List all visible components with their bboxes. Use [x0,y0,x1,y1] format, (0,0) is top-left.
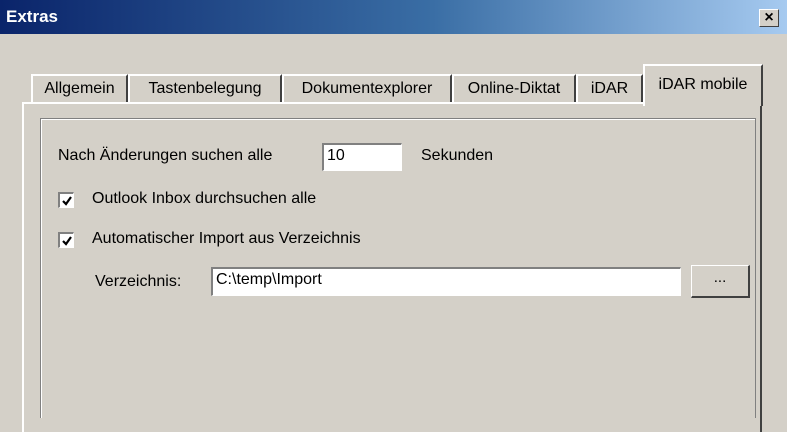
tab-label: Tastenbelegung [148,80,262,97]
extras-dialog: Extras × Allgemein Tastenbelegung Dokume… [0,0,787,432]
interval-unit-label: Sekunden [421,147,494,164]
interval-label: Nach Änderungen suchen alle [58,147,273,164]
tab-label: iDAR mobile [658,76,748,93]
auto-import-label: Automatischer Import aus Verzeichnis [92,230,361,247]
tab-label: Dokumentexplorer [301,80,433,97]
tab-online-diktat[interactable]: Online-Diktat [452,74,576,104]
directory-label: Verzeichnis: [95,273,182,290]
tab-tastenbelegung[interactable]: Tastenbelegung [128,74,282,104]
tab-allgemein[interactable]: Allgemein [31,74,128,104]
window-title: Extras [6,7,58,26]
title-bar[interactable]: Extras × [0,0,787,34]
tab-label: Allgemein [44,80,115,97]
outlook-checkbox[interactable] [58,192,74,208]
close-icon: × [764,9,774,26]
tab-label: iDAR [590,80,629,97]
interval-input[interactable]: 10 [322,143,402,171]
tab-label: Online-Diktat [467,80,561,97]
auto-import-checkbox[interactable] [58,232,74,248]
close-button[interactable]: × [759,9,779,27]
tab-dokumentexplorer[interactable]: Dokumentexplorer [282,74,452,104]
tab-idar-mobile[interactable]: iDAR mobile [643,64,763,106]
checkmark-icon [62,236,72,246]
directory-input[interactable]: C:\temp\Import [211,267,681,296]
tab-idar[interactable]: iDAR [576,74,643,104]
checkmark-icon [62,196,72,206]
browse-button[interactable]: ... [691,265,750,298]
outlook-label: Outlook Inbox durchsuchen alle [92,190,317,207]
